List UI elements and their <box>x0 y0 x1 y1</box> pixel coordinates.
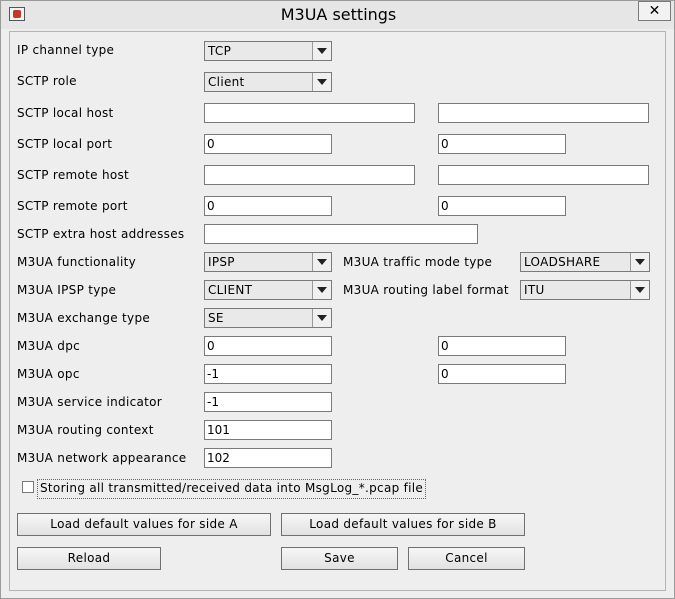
m3ua-routing-context-input[interactable]: 101 <box>204 420 332 440</box>
sctp-remote-host-input-b[interactable] <box>438 165 649 185</box>
chevron-down-icon[interactable] <box>630 253 649 271</box>
window-title: M3UA settings <box>280 5 397 24</box>
sctp-local-host-label: SCTP local host <box>17 106 114 120</box>
chevron-down-icon[interactable] <box>312 253 331 271</box>
m3ua-routing-context-label: M3UA routing context <box>17 423 154 437</box>
m3ua-functionality-select[interactable]: IPSP <box>204 252 332 272</box>
sctp-local-port-input-a[interactable]: 0 <box>204 134 332 154</box>
chevron-down-icon[interactable] <box>312 42 331 60</box>
ip-channel-type-select[interactable]: TCP <box>204 41 332 61</box>
load-defaults-side-b-button[interactable]: Load default values for side B <box>281 513 525 536</box>
sctp-remote-host-label: SCTP remote host <box>17 168 130 182</box>
storing-checkbox-label[interactable]: Storing all transmitted/received data in… <box>37 479 427 499</box>
chevron-down-icon[interactable] <box>312 309 331 327</box>
sctp-local-port-input-b[interactable]: 0 <box>438 134 566 154</box>
m3ua-service-indicator-input[interactable]: -1 <box>204 392 332 412</box>
sctp-extra-hosts-label: SCTP extra host addresses <box>17 227 185 241</box>
sctp-remote-port-input-a[interactable]: 0 <box>204 196 332 216</box>
m3ua-functionality-label: M3UA functionality <box>17 255 137 269</box>
m3ua-dpc-input-a[interactable]: 0 <box>204 336 332 356</box>
m3ua-ipsp-type-label: M3UA IPSP type <box>17 283 117 297</box>
m3ua-opc-label: M3UA opc <box>17 367 80 381</box>
m3ua-routing-label-select[interactable]: ITU <box>520 280 650 300</box>
m3ua-exchange-type-value: SE <box>208 311 224 325</box>
m3ua-dpc-input-b[interactable]: 0 <box>438 336 566 356</box>
sctp-role-label: SCTP role <box>17 74 77 88</box>
sctp-local-host-input-a[interactable] <box>204 103 415 123</box>
chevron-down-icon[interactable] <box>630 281 649 299</box>
ip-channel-type-label: IP channel type <box>17 43 115 57</box>
sctp-remote-port-input-b[interactable]: 0 <box>438 196 566 216</box>
sctp-local-port-label: SCTP local port <box>17 137 113 151</box>
m3ua-settings-dialog: M3UA settings ✕ IP channel type TCP SCTP… <box>0 0 675 599</box>
m3ua-routing-label-label: M3UA routing label format <box>343 283 509 297</box>
reload-button[interactable]: Reload <box>17 547 161 570</box>
m3ua-ipsp-type-value: CLIENT <box>208 283 253 297</box>
ip-channel-type-value: TCP <box>208 44 232 58</box>
chevron-down-icon[interactable] <box>312 281 331 299</box>
sctp-remote-host-input-a[interactable] <box>204 165 415 185</box>
m3ua-dpc-label: M3UA dpc <box>17 339 81 353</box>
m3ua-network-appearance-input[interactable]: 102 <box>204 448 332 468</box>
m3ua-ipsp-type-select[interactable]: CLIENT <box>204 280 332 300</box>
m3ua-functionality-value: IPSP <box>208 255 235 269</box>
load-defaults-side-a-button[interactable]: Load default values for side A <box>17 513 271 536</box>
m3ua-exchange-type-label: M3UA exchange type <box>17 311 151 325</box>
m3ua-network-appearance-label: M3UA network appearance <box>17 451 187 465</box>
sctp-extra-hosts-input[interactable] <box>204 224 478 244</box>
storing-checkbox[interactable] <box>22 481 34 493</box>
sctp-remote-port-label: SCTP remote port <box>17 199 128 213</box>
save-button[interactable]: Save <box>281 547 398 570</box>
m3ua-traffic-mode-select[interactable]: LOADSHARE <box>520 252 650 272</box>
m3ua-opc-input-a[interactable]: -1 <box>204 364 332 384</box>
close-button[interactable]: ✕ <box>638 1 671 21</box>
m3ua-exchange-type-select[interactable]: SE <box>204 308 332 328</box>
m3ua-service-indicator-label: M3UA service indicator <box>17 395 163 409</box>
m3ua-traffic-mode-label: M3UA traffic mode type <box>343 255 493 269</box>
m3ua-traffic-mode-value: LOADSHARE <box>524 255 601 269</box>
m3ua-routing-label-value: ITU <box>524 283 545 297</box>
sctp-role-value: Client <box>208 75 245 89</box>
sctp-local-host-input-b[interactable] <box>438 103 649 123</box>
chevron-down-icon[interactable] <box>312 73 331 91</box>
title-bar: M3UA settings ✕ <box>1 1 674 29</box>
m3ua-opc-input-b[interactable]: 0 <box>438 364 566 384</box>
sctp-role-select[interactable]: Client <box>204 72 332 92</box>
cancel-button[interactable]: Cancel <box>408 547 525 570</box>
